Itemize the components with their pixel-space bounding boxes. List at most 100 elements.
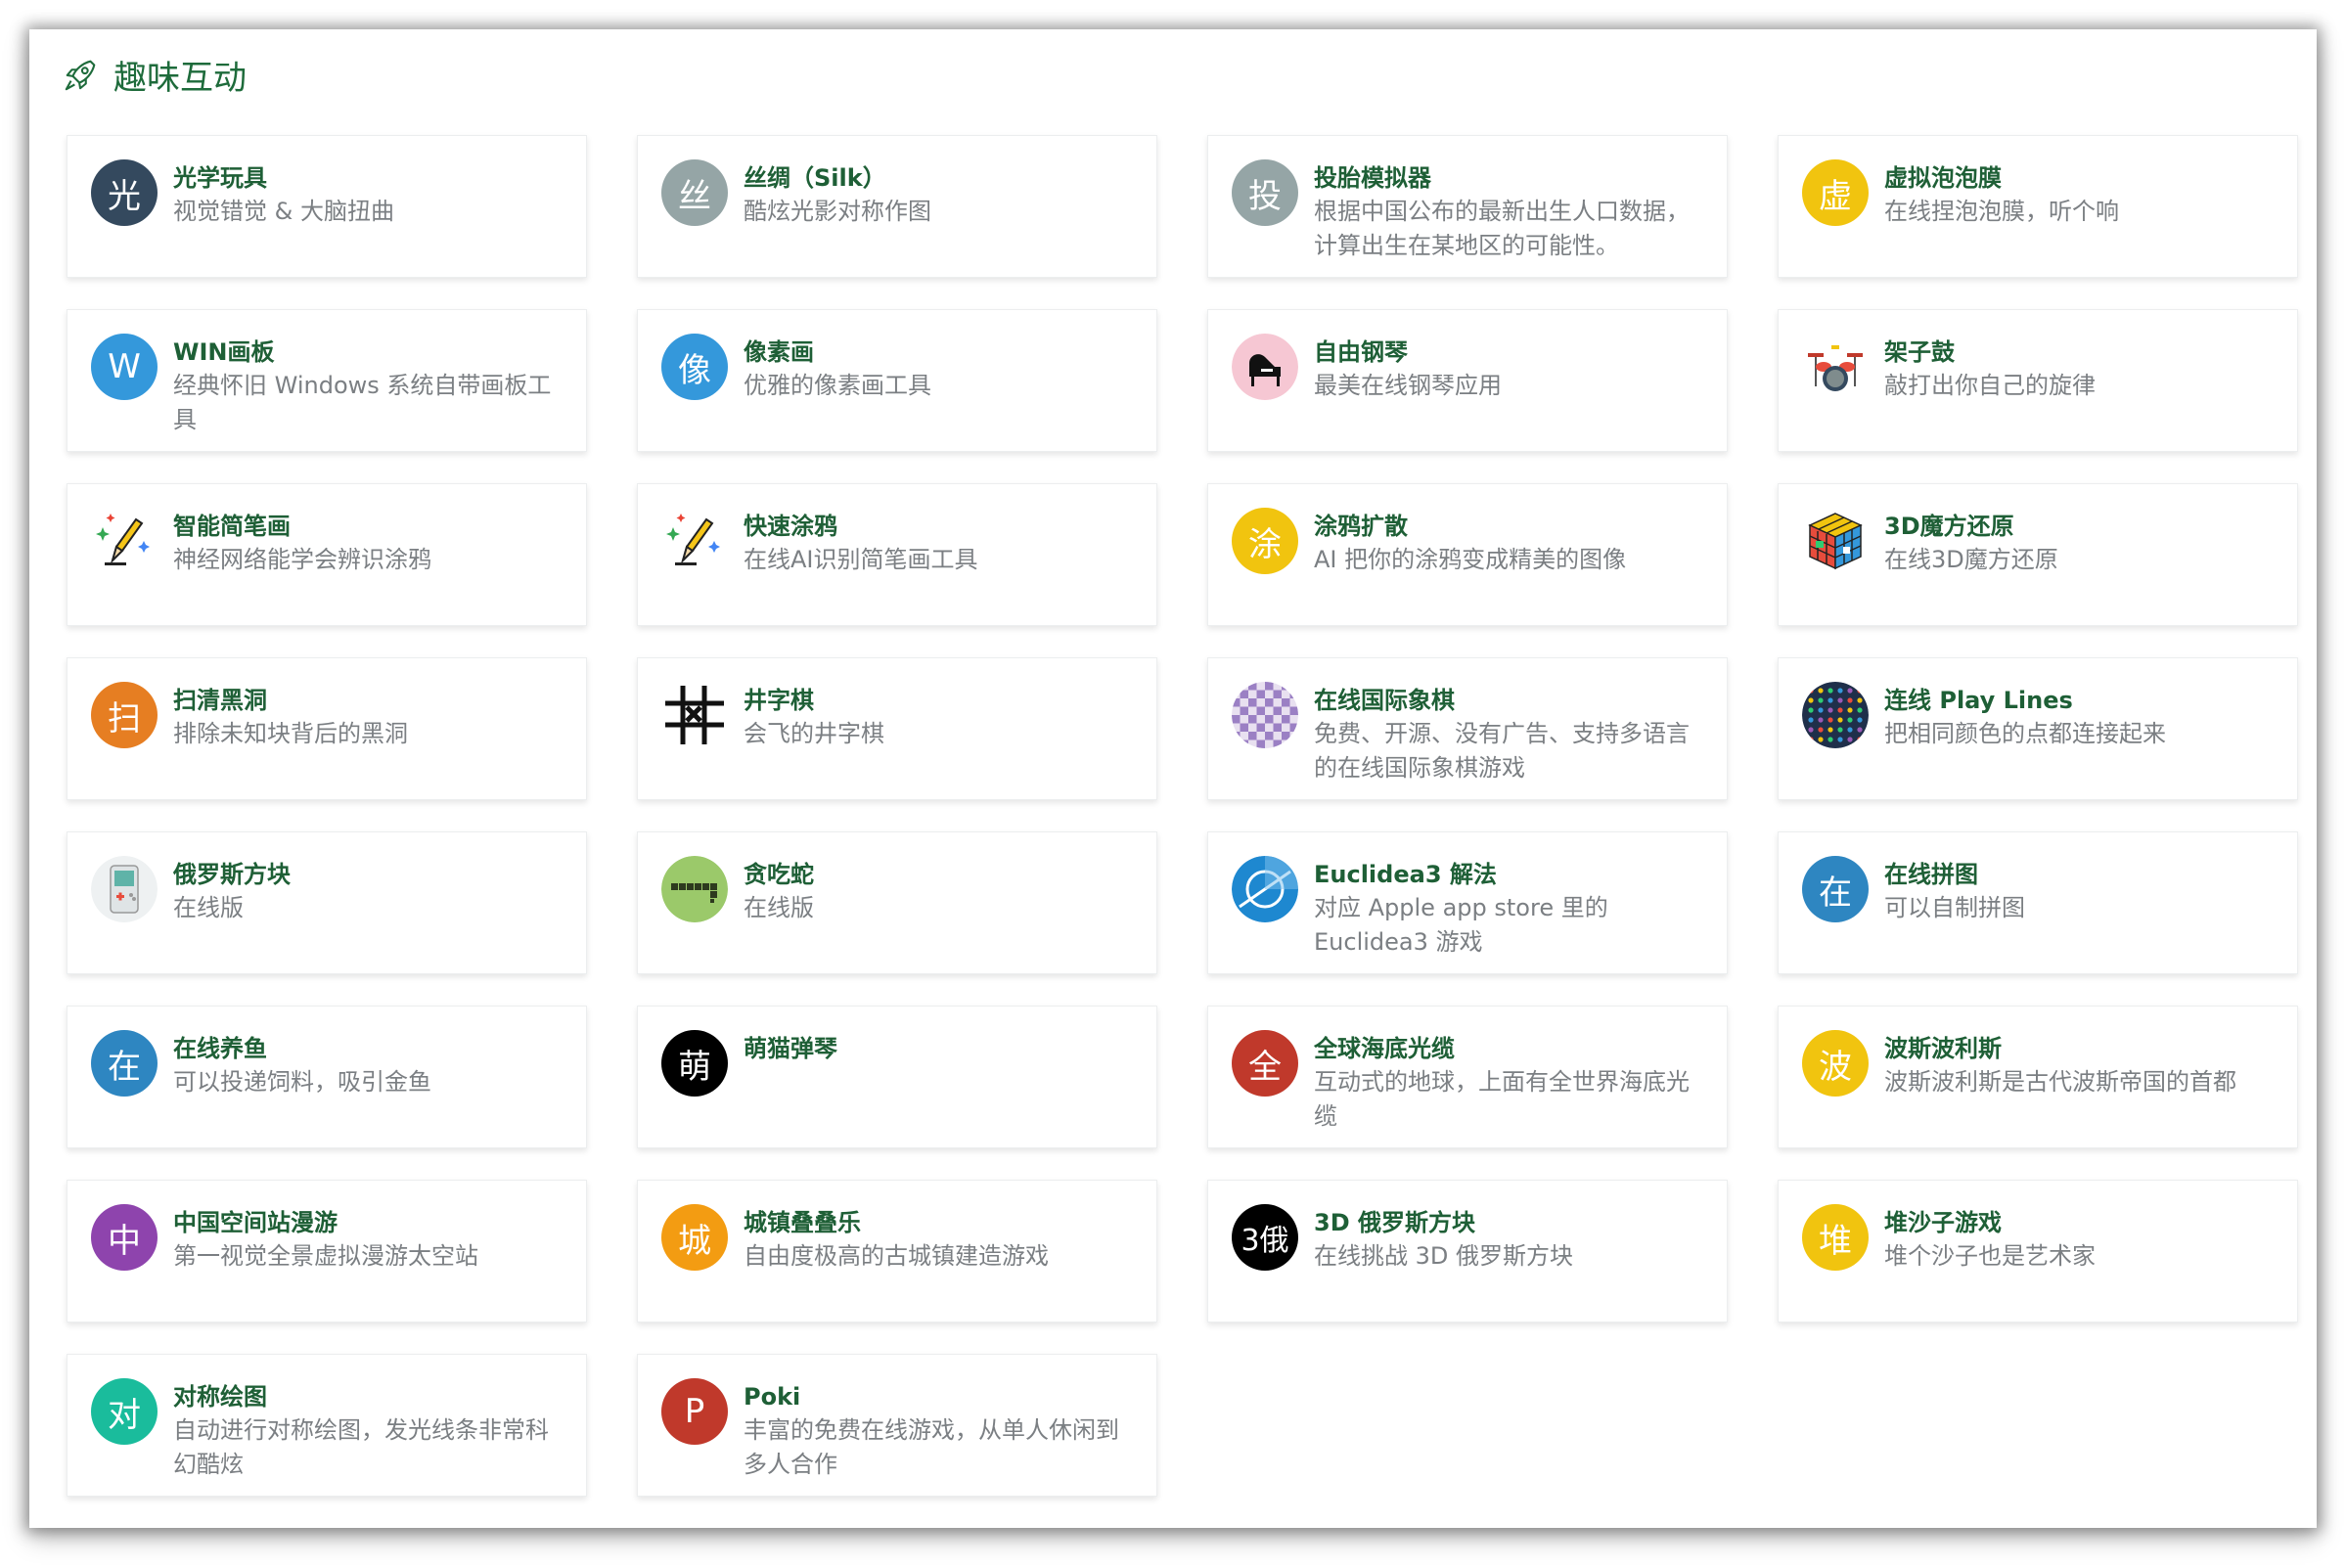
card-text: 城镇叠叠乐 自由度极高的古城镇建造游戏 — [744, 1204, 1137, 1274]
card-description: 互动式的地球，上面有全世界海底光缆 — [1314, 1068, 1690, 1130]
avatar-letter: 在 — [108, 1047, 141, 1087]
card-6[interactable]: 像像素画 优雅的像素画工具 — [637, 309, 1157, 452]
card-5[interactable]: W WIN画板 经典怀旧 Windows 系统自带画板工具 — [67, 309, 587, 452]
card-title[interactable]: 贪吃蛇 — [744, 858, 1137, 891]
card-10[interactable]: 快速涂鸦在线AI识别简笔画工具 — [637, 483, 1157, 626]
avatar-letter: 全 — [1248, 1047, 1282, 1087]
card-title[interactable]: 光学玩具 — [173, 161, 566, 195]
card-title[interactable]: WIN画板 — [173, 336, 566, 369]
card-title[interactable]: 架子鼓 — [1884, 336, 2278, 369]
card-title[interactable]: 城镇叠叠乐 — [744, 1206, 1137, 1239]
card-30[interactable]: P Poki 丰富的免费在线游戏，从单人休闲到多人合作 — [637, 1354, 1157, 1497]
avatar-letter-icon: 堆 — [1802, 1204, 1869, 1271]
card-17[interactable]: 俄罗斯方块 在线版 — [67, 831, 587, 974]
card-18[interactable]: 贪吃蛇 在线版 — [637, 831, 1157, 974]
avatar-letter-icon: 涂 — [1232, 508, 1298, 574]
avatar-letter: 城 — [678, 1221, 711, 1261]
card-4[interactable]: 虚虚拟泡泡膜 在线捏泡泡膜，听个响 — [1778, 135, 2298, 278]
card-description: 自动进行对称绘图，发光线条非常科幻酷炫 — [173, 1416, 549, 1478]
card-title[interactable]: 井字棋 — [744, 684, 1137, 717]
avatar-letter: 在 — [1819, 873, 1852, 913]
card-26[interactable]: 城城镇叠叠乐 自由度极高的古城镇建造游戏 — [637, 1180, 1157, 1322]
card-11[interactable]: 涂涂鸦扩散 AI 把你的涂鸦变成精美的图像 — [1207, 483, 1728, 626]
avatar-letter-icon: 丝 — [661, 159, 728, 226]
avatar-letter-icon: 扫 — [91, 682, 158, 748]
card-title[interactable]: 快速涂鸦 — [744, 510, 1137, 543]
card-3[interactable]: 投投胎模拟器 根据中国公布的最新出生人口数据，计算出生在某地区的可能性。 — [1207, 135, 1728, 278]
card-title[interactable]: 在线拼图 — [1884, 858, 2278, 891]
card-description: 在线AI识别简笔画工具 — [744, 546, 978, 573]
card-22[interactable]: 萌萌猫弹琴 — [637, 1006, 1157, 1148]
card-description: 对应 Apple app store 里的 Euclidea3 游戏 — [1314, 894, 1608, 956]
card-2[interactable]: 丝丝绸（Silk） 酷炫光影对称作图 — [637, 135, 1157, 278]
card-title[interactable]: 智能简笔画 — [173, 510, 566, 543]
card-title[interactable]: 虚拟泡泡膜 — [1884, 161, 2278, 195]
card-20[interactable]: 在在线拼图 可以自制拼图 — [1778, 831, 2298, 974]
card-9[interactable]: 智能简笔画 神经网络能学会辨识涂鸦 — [67, 483, 587, 626]
card-title[interactable]: 扫清黑洞 — [173, 684, 566, 717]
card-25[interactable]: 中中国空间站漫游 第一视觉全景虚拟漫游太空站 — [67, 1180, 587, 1322]
card-description: 在线捏泡泡膜，听个响 — [1884, 198, 2119, 225]
card-title[interactable]: 俄罗斯方块 — [173, 858, 566, 891]
card-description: 丰富的免费在线游戏，从单人休闲到多人合作 — [744, 1416, 1119, 1478]
card-title[interactable]: 像素画 — [744, 336, 1137, 369]
card-8[interactable]: 架子鼓 敲打出你自己的旋律 — [1778, 309, 2298, 452]
card-23[interactable]: 全全球海底光缆 互动式的地球，上面有全世界海底光缆 — [1207, 1006, 1728, 1148]
card-title[interactable]: 对称绘图 — [173, 1380, 566, 1413]
card-29[interactable]: 对对称绘图 自动进行对称绘图，发光线条非常科幻酷炫 — [67, 1354, 587, 1497]
card-description: 免费、开源、没有广告、支持多语言的在线国际象棋游戏 — [1314, 720, 1690, 782]
avatar-letter-icon: 投 — [1232, 159, 1298, 226]
avatar-letter-icon: 在 — [1802, 856, 1869, 922]
card-title[interactable]: 萌猫弹琴 — [744, 1032, 1137, 1065]
card-description: 在线挑战 3D 俄罗斯方块 — [1314, 1242, 1574, 1270]
card-title[interactable]: 涂鸦扩散 — [1314, 510, 1707, 543]
card-title[interactable]: 波斯波利斯 — [1884, 1032, 2278, 1065]
avatar-letter-icon: 对 — [91, 1378, 158, 1445]
tic-tac-toe-icon — [661, 682, 728, 748]
card-title[interactable]: 投胎模拟器 — [1314, 161, 1707, 195]
card-title[interactable]: 全球海底光缆 — [1314, 1032, 1707, 1065]
card-title[interactable]: 自由钢琴 — [1314, 336, 1707, 369]
card-24[interactable]: 波波斯波利斯波斯波利斯是古代波斯帝国的首都 — [1778, 1006, 2298, 1148]
card-13[interactable]: 扫扫清黑洞 排除未知块背后的黑洞 — [67, 657, 587, 800]
card-text: 全球海底光缆 互动式的地球，上面有全世界海底光缆 — [1314, 1030, 1707, 1134]
card-title[interactable]: 丝绸（Silk） — [744, 161, 1137, 195]
card-16[interactable]: 连线 Play Lines 把相同颜色的点都连接起来 — [1778, 657, 2298, 800]
card-text: 3D 俄罗斯方块在线挑战 3D 俄罗斯方块 — [1314, 1204, 1707, 1274]
card-text: 萌猫弹琴 — [744, 1030, 1137, 1065]
avatar-letter: 对 — [108, 1395, 141, 1435]
card-28[interactable]: 堆堆沙子游戏 堆个沙子也是艺术家 — [1778, 1180, 2298, 1322]
card-15[interactable]: 在线国际象棋 免费、开源、没有广告、支持多语言的在线国际象棋游戏 — [1207, 657, 1728, 800]
card-title[interactable]: 在线养鱼 — [173, 1032, 566, 1065]
card-description: 经典怀旧 Windows 系统自带画板工具 — [173, 372, 552, 433]
card-19[interactable]: Euclidea3 解法 对应 Apple app store 里的 Euclid… — [1207, 831, 1728, 974]
card-title[interactable]: 3D魔方还原 — [1884, 510, 2278, 543]
card-text: 自由钢琴 最美在线钢琴应用 — [1314, 334, 1707, 403]
pencil-sparkle-icon — [661, 508, 728, 574]
fun-interaction-panel: 趣味互动 光光学玩具 视觉错觉 & 大脑扭曲 丝丝绸（Silk） 酷炫光影对称作图 投投… — [29, 29, 2317, 1528]
card-27[interactable]: 3俄 3D 俄罗斯方块 在线挑战 3D 俄罗斯方块 — [1207, 1180, 1728, 1322]
card-description: 波斯波利斯是古代波斯帝国的首都 — [1884, 1068, 2236, 1096]
avatar-letter: W — [108, 347, 141, 386]
card-title[interactable]: 堆沙子游戏 — [1884, 1206, 2278, 1239]
chessboard-icon — [1232, 682, 1298, 748]
card-7[interactable]: 自由钢琴 最美在线钢琴应用 — [1207, 309, 1728, 452]
card-title[interactable]: 连线 Play Lines — [1884, 684, 2278, 717]
card-12[interactable]: 3D魔方还原 在线3D魔方还原 — [1778, 483, 2298, 626]
avatar-letter: 像 — [678, 350, 711, 390]
card-title[interactable]: Euclidea3 解法 — [1314, 858, 1707, 891]
card-14[interactable]: 井字棋 会飞的井字棋 — [637, 657, 1157, 800]
card-21[interactable]: 在在线养鱼可以投递饲料，吸引金鱼 — [67, 1006, 587, 1148]
card-title[interactable]: 在线国际象棋 — [1314, 684, 1707, 717]
card-title[interactable]: 3D 俄罗斯方块 — [1314, 1206, 1707, 1239]
card-1[interactable]: 光光学玩具 视觉错觉 & 大脑扭曲 — [67, 135, 587, 278]
card-text: 井字棋 会飞的井字棋 — [744, 682, 1137, 751]
card-description: 可以投递饲料，吸引金鱼 — [173, 1068, 431, 1096]
avatar-letter: 投 — [1248, 176, 1282, 216]
card-title[interactable]: 中国空间站漫游 — [173, 1206, 566, 1239]
avatar-letter: 丝 — [678, 176, 711, 216]
card-text: 在线拼图 可以自制拼图 — [1884, 856, 2278, 925]
avatar-letter-icon: 波 — [1802, 1030, 1869, 1097]
card-title[interactable]: Poki — [744, 1380, 1137, 1413]
card-text: 智能简笔画 神经网络能学会辨识涂鸦 — [173, 508, 566, 577]
